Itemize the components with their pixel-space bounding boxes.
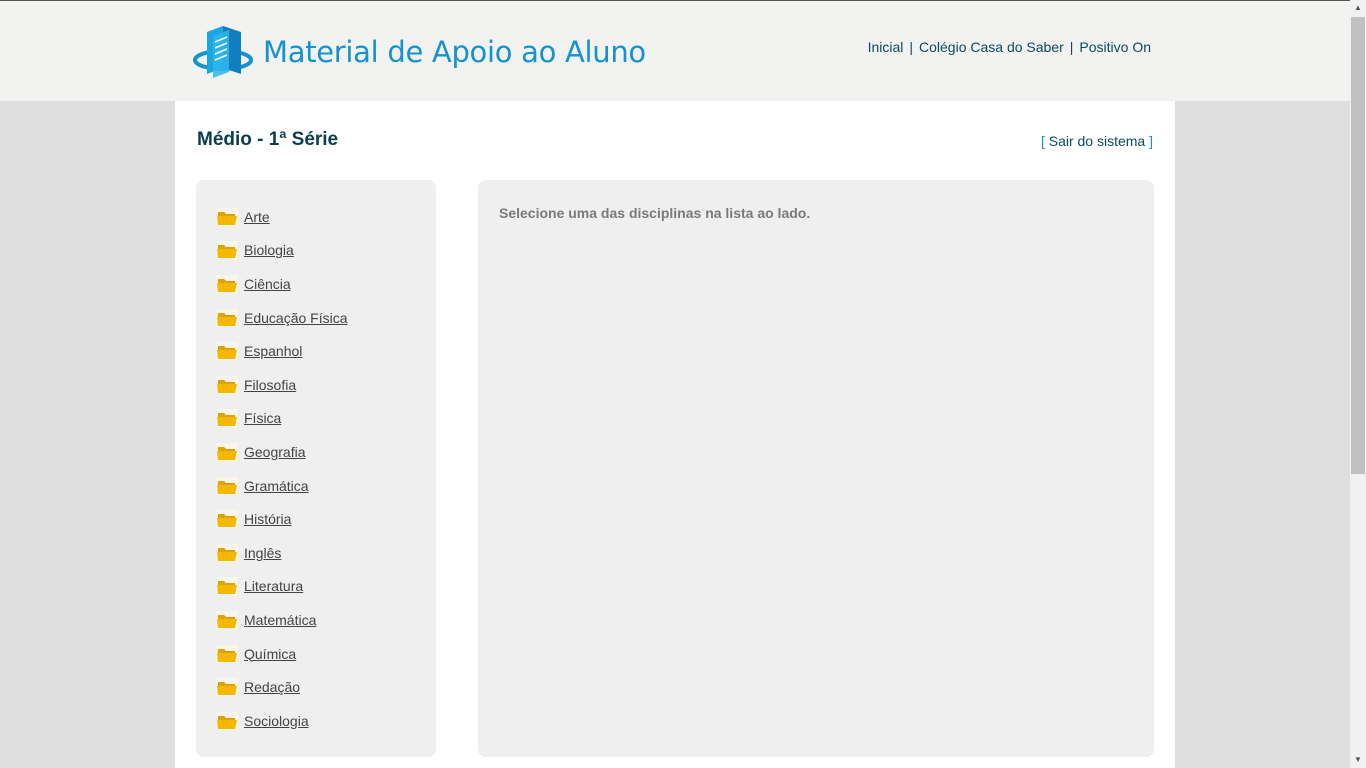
- bracket-open: [: [1040, 133, 1045, 149]
- subject-link[interactable]: Literatura: [244, 578, 303, 594]
- folder-icon: [216, 375, 238, 394]
- subject-link[interactable]: Espanhol: [244, 343, 302, 359]
- subject-item[interactable]: Biologia: [216, 234, 348, 268]
- site-logo[interactable]: Material de Apoio ao Aluno: [193, 22, 653, 82]
- nav-link-inicial[interactable]: Inicial: [868, 39, 904, 55]
- subject-link[interactable]: Filosofia: [244, 377, 296, 393]
- subject-link[interactable]: Ciência: [244, 276, 291, 292]
- folder-icon: [216, 409, 238, 428]
- subject-link[interactable]: Matemática: [244, 612, 316, 628]
- subject-link[interactable]: Educação Física: [244, 310, 348, 326]
- main-panel: Selecione uma das disciplinas na lista a…: [478, 180, 1154, 757]
- logout-link-wrapper: [ Sair do sistema ]: [1041, 133, 1153, 149]
- books-icon: [193, 26, 253, 78]
- folder-icon: [216, 241, 238, 260]
- folder-icon: [216, 308, 238, 327]
- subject-item[interactable]: Inglês: [216, 536, 348, 570]
- subject-item[interactable]: Filosofia: [216, 368, 348, 402]
- subject-link[interactable]: Inglês: [244, 545, 281, 561]
- subject-list-panel: Arte Biologia Ciência Educação Física Espanh…: [196, 180, 436, 757]
- subject-link[interactable]: Gramática: [244, 478, 309, 494]
- nav-link-colegio[interactable]: Colégio Casa do Saber: [919, 39, 1064, 55]
- folder-icon: [216, 577, 238, 596]
- subject-item[interactable]: Ciência: [216, 267, 348, 301]
- folder-icon: [216, 442, 238, 461]
- content-page: Médio - 1ª Série [ Sair do sistema ] Art…: [175, 101, 1175, 768]
- folder-icon: [216, 678, 238, 697]
- subject-link[interactable]: Redação: [244, 679, 300, 695]
- folder-icon: [216, 476, 238, 495]
- scroll-up-arrow-icon[interactable]: ▲: [1350, 0, 1366, 16]
- subject-link[interactable]: História: [244, 511, 291, 527]
- subject-item[interactable]: Arte: [216, 200, 348, 234]
- subject-item[interactable]: Geografia: [216, 435, 348, 469]
- subject-link[interactable]: Química: [244, 646, 296, 662]
- subject-item[interactable]: Gramática: [216, 469, 348, 503]
- page-title: Médio - 1ª Série: [197, 129, 339, 150]
- folder-icon: [216, 711, 238, 730]
- scroll-thumb[interactable]: [1351, 17, 1365, 474]
- folder-icon: [216, 543, 238, 562]
- subject-link[interactable]: Sociologia: [244, 713, 309, 729]
- subject-item[interactable]: Física: [216, 402, 348, 436]
- nav-link-positivo-on[interactable]: Positivo On: [1079, 39, 1151, 55]
- folder-icon: [216, 274, 238, 293]
- subject-item[interactable]: Redação: [216, 670, 348, 704]
- site-header: Material de Apoio ao Aluno Inicial | Colég…: [0, 0, 1350, 101]
- subject-item[interactable]: História: [216, 502, 348, 536]
- subject-item[interactable]: Sociologia: [216, 704, 348, 738]
- subject-link[interactable]: Geografia: [244, 444, 305, 460]
- subject-item[interactable]: Matemática: [216, 603, 348, 637]
- subject-link[interactable]: Física: [244, 410, 281, 426]
- folder-icon: [216, 644, 238, 663]
- nav-separator: |: [909, 39, 913, 55]
- folder-icon: [216, 207, 238, 226]
- logo-title: Material de Apoio ao Aluno: [263, 35, 646, 69]
- subject-item[interactable]: Literatura: [216, 570, 348, 604]
- vertical-scrollbar[interactable]: ▲ ▼: [1350, 0, 1366, 768]
- subject-item[interactable]: Educação Física: [216, 301, 348, 335]
- subject-link[interactable]: Biologia: [244, 242, 294, 258]
- bracket-close: ]: [1149, 133, 1153, 149]
- folder-icon: [216, 610, 238, 629]
- subject-link[interactable]: Arte: [244, 209, 270, 225]
- subject-item[interactable]: Espanhol: [216, 334, 348, 368]
- top-nav: Inicial | Colégio Casa do Saber | Positivo O…: [868, 39, 1151, 55]
- instruction-message: Selecione uma das disciplinas na lista a…: [499, 205, 811, 221]
- folder-icon: [216, 510, 238, 529]
- subject-item[interactable]: Química: [216, 637, 348, 671]
- folder-icon: [216, 342, 238, 361]
- logout-link[interactable]: Sair do sistema: [1049, 133, 1145, 149]
- scroll-down-arrow-icon[interactable]: ▼: [1350, 752, 1366, 768]
- nav-separator: |: [1069, 39, 1074, 55]
- subject-list: Arte Biologia Ciência Educação Física Espanh…: [216, 200, 348, 738]
